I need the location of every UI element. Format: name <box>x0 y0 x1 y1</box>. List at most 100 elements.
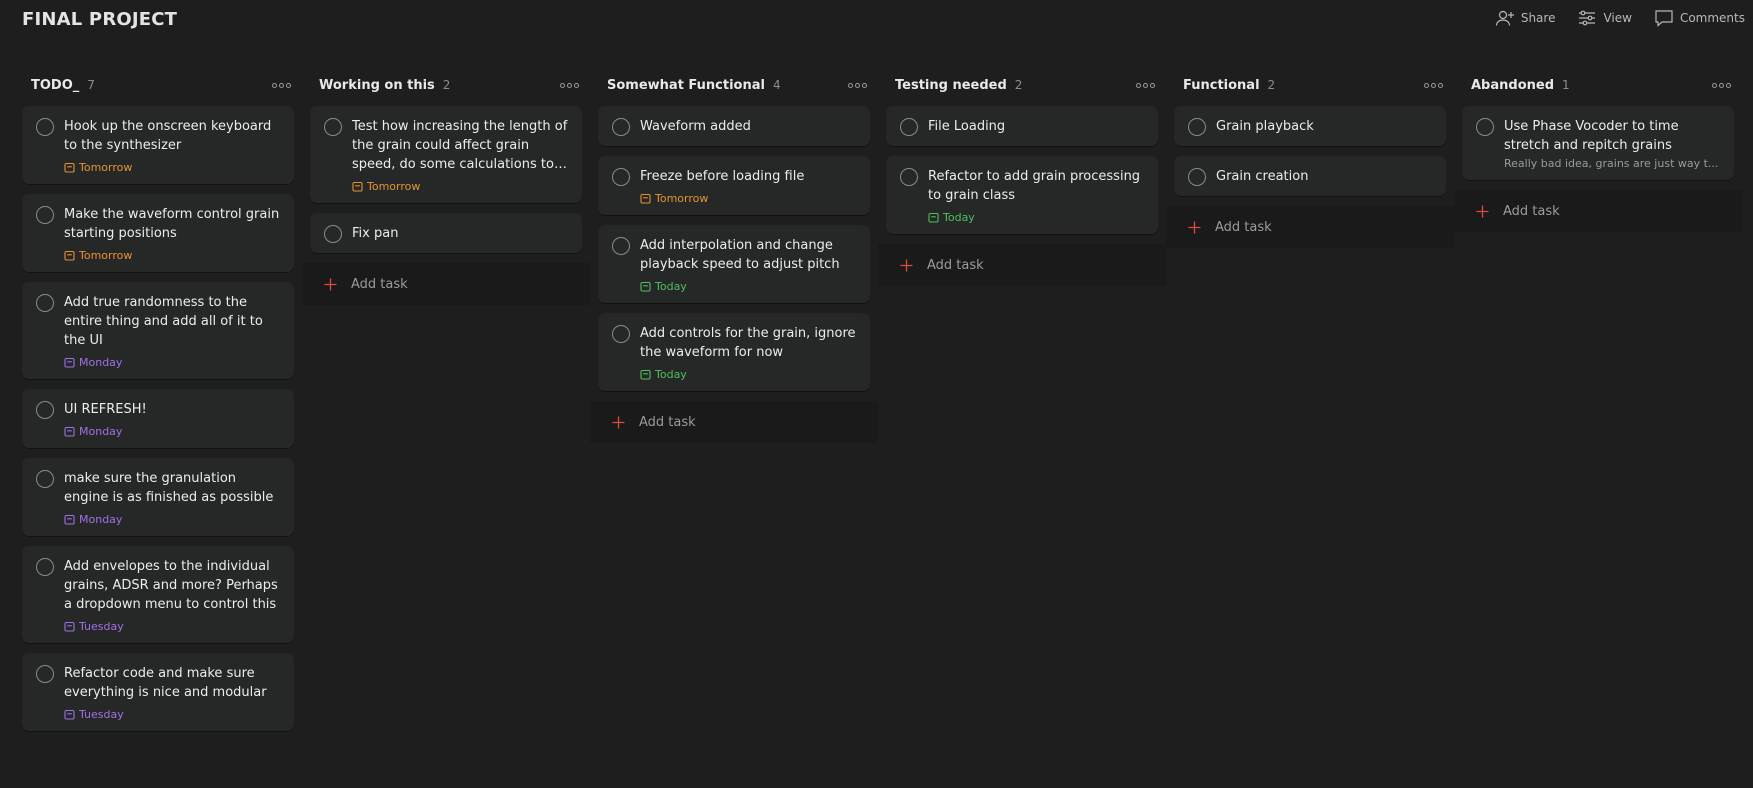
column-more-button[interactable] <box>1422 82 1444 88</box>
due-date[interactable]: Monday <box>64 513 282 526</box>
add-task-button[interactable]: Add task <box>1454 190 1742 232</box>
task-body: Hook up the onscreen keyboard to the syn… <box>64 117 282 174</box>
add-task-button[interactable]: Add task <box>878 244 1166 286</box>
column-header: Working on this 2 <box>310 72 582 98</box>
task-title: Refactor to add grain processing to grai… <box>928 169 1141 203</box>
column-count: 2 <box>1267 78 1276 92</box>
task-body: Grain creation <box>1216 167 1434 186</box>
due-date-label: Tomorrow <box>79 249 133 262</box>
task-card[interactable]: Grain playback <box>1174 106 1446 146</box>
complete-checkbox[interactable] <box>612 118 630 136</box>
task-card[interactable]: Add true randomness to the entire thing … <box>22 282 294 379</box>
complete-checkbox[interactable] <box>900 168 918 186</box>
complete-checkbox[interactable] <box>36 558 54 576</box>
due-date[interactable]: Tomorrow <box>64 161 282 174</box>
column-more-button[interactable] <box>558 82 580 88</box>
more-dot-icon <box>278 82 284 88</box>
more-dot-icon <box>573 82 579 88</box>
plus-icon <box>612 416 625 428</box>
task-body: Add interpolation and change playback sp… <box>640 236 858 293</box>
due-date-label: Monday <box>79 425 123 438</box>
task-card[interactable]: Refactor code and make sure everything i… <box>22 653 294 731</box>
task-card[interactable]: Grain creation <box>1174 156 1446 196</box>
add-person-icon <box>1495 10 1514 26</box>
view-button[interactable]: View <box>1577 9 1632 27</box>
complete-checkbox[interactable] <box>36 470 54 488</box>
complete-checkbox[interactable] <box>900 118 918 136</box>
due-date-label: Tuesday <box>79 620 124 633</box>
task-body: Make the waveform control grain starting… <box>64 205 282 262</box>
column-more-button[interactable] <box>1134 82 1156 88</box>
due-date[interactable]: Tomorrow <box>640 192 858 205</box>
due-date[interactable]: Today <box>640 368 858 381</box>
task-card[interactable]: Add controls for the grain, ignore the w… <box>598 313 870 391</box>
add-task-button[interactable]: Add task <box>590 401 878 443</box>
add-task-button[interactable]: Add task <box>302 263 590 305</box>
column-more-button[interactable] <box>270 82 292 88</box>
due-date[interactable]: Today <box>928 211 1146 224</box>
complete-checkbox[interactable] <box>612 168 630 186</box>
task-card[interactable]: Freeze before loading file Tomorrow <box>598 156 870 215</box>
due-date[interactable]: Monday <box>64 425 282 438</box>
task-title: Freeze before loading file <box>640 169 805 184</box>
task-body: Waveform added <box>640 117 858 136</box>
column-name: Working on this <box>319 77 435 93</box>
complete-checkbox[interactable] <box>36 665 54 683</box>
add-task-button[interactable]: Add task <box>1166 206 1454 248</box>
task-title: Add interpolation and change playback sp… <box>640 238 840 272</box>
complete-checkbox[interactable] <box>36 118 54 136</box>
complete-checkbox[interactable] <box>36 206 54 224</box>
calendar-icon <box>64 250 75 261</box>
complete-checkbox[interactable] <box>1188 118 1206 136</box>
calendar-icon <box>352 181 363 192</box>
task-list: Use Phase Vocoder to time stretch and re… <box>1462 106 1734 180</box>
task-card[interactable]: Add envelopes to the individual grains, … <box>22 546 294 643</box>
task-list: File Loading Refactor to add grain proces… <box>886 106 1158 234</box>
column-more-button[interactable] <box>1710 82 1732 88</box>
due-date[interactable]: Tuesday <box>64 620 282 633</box>
column-name: Abandoned <box>1471 77 1555 93</box>
comments-button[interactable]: Comments <box>1654 9 1745 27</box>
task-card[interactable]: UI REFRESH! Monday <box>22 389 294 448</box>
task-body: Use Phase Vocoder to time stretch and re… <box>1504 117 1722 170</box>
column-more-button[interactable] <box>846 82 868 88</box>
task-card[interactable]: Test how increasing the length of the gr… <box>310 106 582 203</box>
due-date[interactable]: Today <box>640 280 858 293</box>
complete-checkbox[interactable] <box>1188 168 1206 186</box>
complete-checkbox[interactable] <box>1476 118 1494 136</box>
due-date-label: Monday <box>79 356 123 369</box>
task-body: Test how increasing the length of the gr… <box>352 117 570 193</box>
task-card[interactable]: Refactor to add grain processing to grai… <box>886 156 1158 234</box>
column-count: 1 <box>1562 78 1570 92</box>
plus-icon <box>1188 221 1201 233</box>
task-card[interactable]: Make the waveform control grain starting… <box>22 194 294 272</box>
plus-icon <box>900 259 913 271</box>
due-date[interactable]: Monday <box>64 356 282 369</box>
share-button[interactable]: Share <box>1495 9 1555 27</box>
due-date[interactable]: Tomorrow <box>64 249 282 262</box>
task-card[interactable]: make sure the granulation engine is as f… <box>22 458 294 536</box>
task-list: Hook up the onscreen keyboard to the syn… <box>22 106 294 731</box>
header-actions: Share View Comments <box>1495 9 1745 27</box>
complete-checkbox[interactable] <box>324 118 342 136</box>
column-todo: TODO_ 7 Hook up the onscreen keyboard to t… <box>14 72 302 731</box>
due-date[interactable]: Tuesday <box>64 708 282 721</box>
due-date[interactable]: Tomorrow <box>352 180 570 193</box>
column-count: 2 <box>442 78 451 92</box>
complete-checkbox[interactable] <box>36 294 54 312</box>
complete-checkbox[interactable] <box>612 325 630 343</box>
calendar-icon <box>64 514 75 525</box>
task-title: Add controls for the grain, ignore the w… <box>640 326 856 360</box>
task-card[interactable]: File Loading <box>886 106 1158 146</box>
complete-checkbox[interactable] <box>324 225 342 243</box>
task-card[interactable]: Hook up the onscreen keyboard to the syn… <box>22 106 294 184</box>
complete-checkbox[interactable] <box>36 401 54 419</box>
task-card[interactable]: Waveform added <box>598 106 870 146</box>
complete-checkbox[interactable] <box>612 237 630 255</box>
task-card[interactable]: Use Phase Vocoder to time stretch and re… <box>1462 106 1734 180</box>
column-count: 7 <box>87 78 95 92</box>
task-body: Add envelopes to the individual grains, … <box>64 557 282 633</box>
more-dot-icon <box>1423 82 1429 88</box>
task-card[interactable]: Add interpolation and change playback sp… <box>598 225 870 303</box>
task-card[interactable]: Fix pan <box>310 213 582 253</box>
